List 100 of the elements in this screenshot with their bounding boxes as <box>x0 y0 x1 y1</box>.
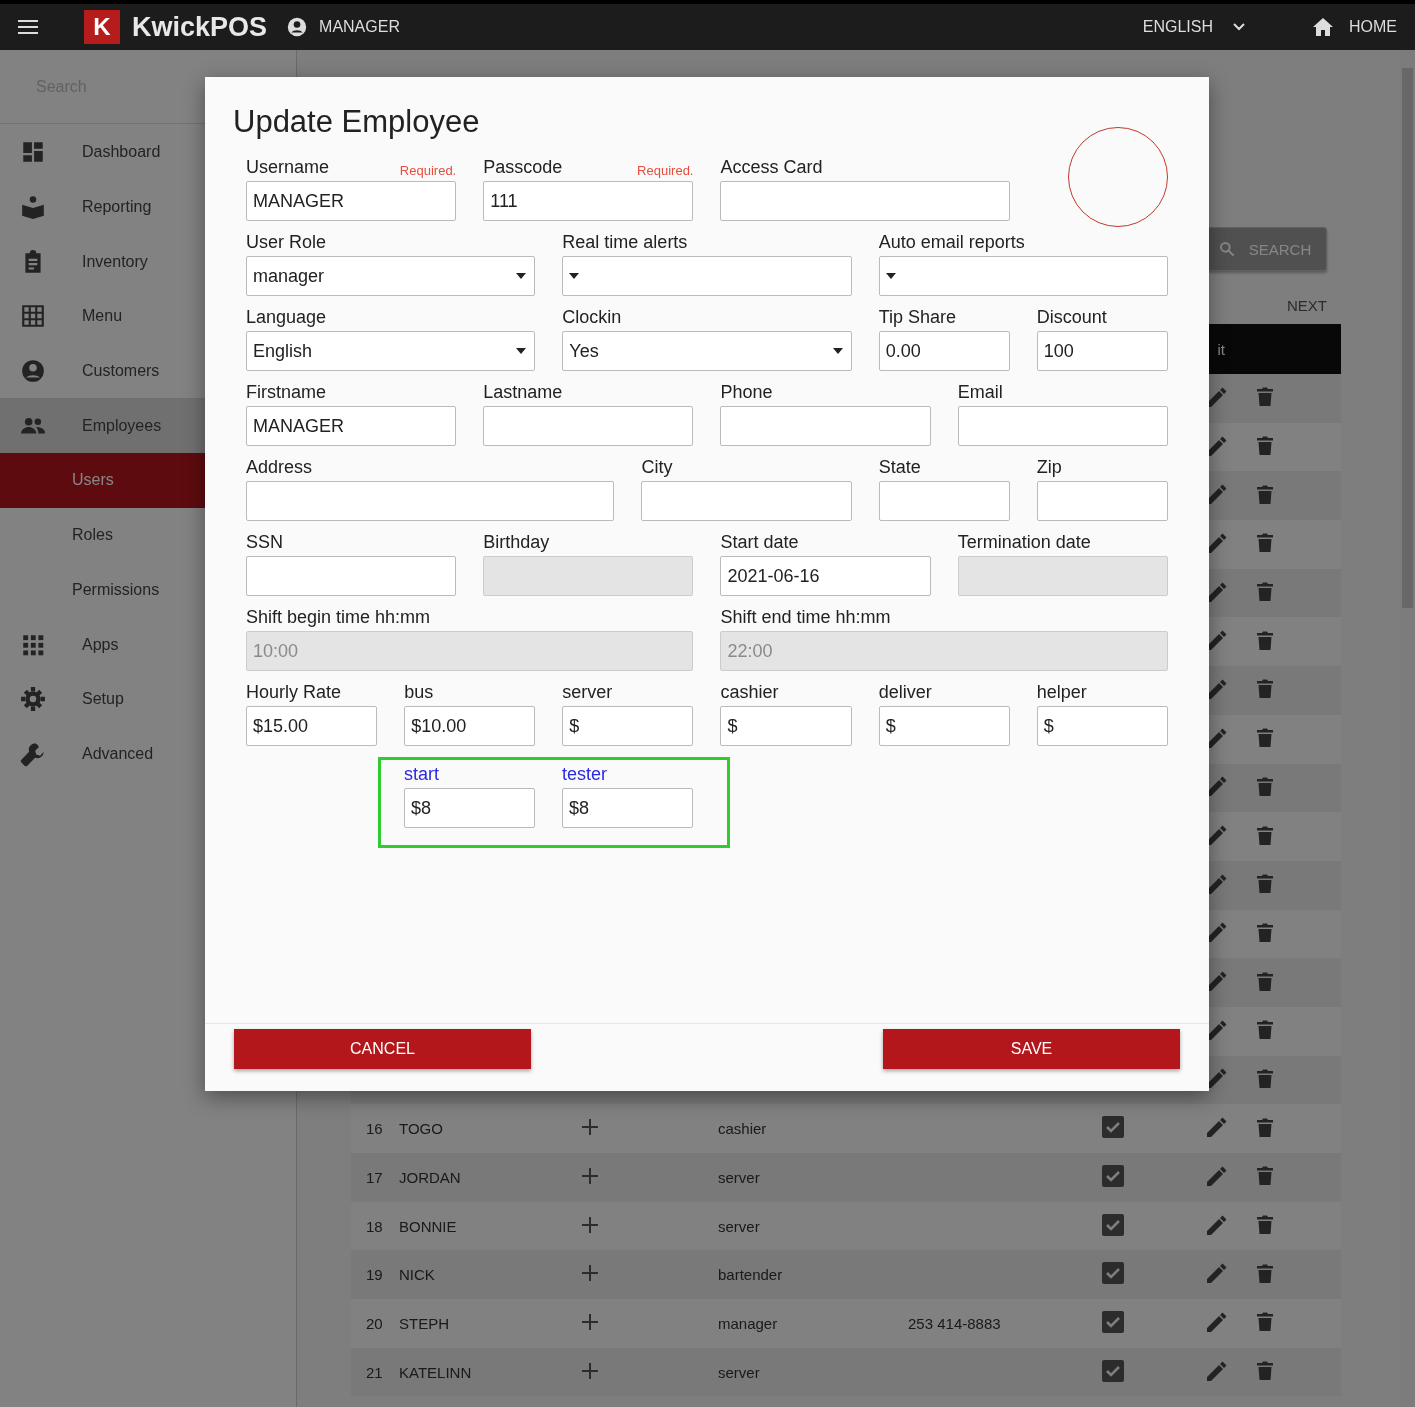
dropdown[interactable]: Yes <box>562 331 852 371</box>
field-label: Hourly Rate <box>246 682 342 703</box>
pencil-icon[interactable] <box>1207 776 1227 797</box>
pencil-icon[interactable] <box>1207 630 1227 651</box>
trash-icon[interactable] <box>1257 1117 1273 1137</box>
input-field[interactable]: $ <box>878 706 1010 746</box>
input-field[interactable] <box>246 556 457 596</box>
dropdown[interactable]: English <box>246 331 536 371</box>
plus-icon[interactable] <box>581 1118 599 1137</box>
trash-icon[interactable] <box>1257 533 1273 553</box>
input-field[interactable]: 111 <box>483 181 694 221</box>
trash-icon[interactable] <box>1257 825 1273 845</box>
home-link[interactable]: HOME <box>1349 18 1397 36</box>
field-label: Real time alerts <box>562 232 688 253</box>
checkbox[interactable] <box>1102 1310 1124 1333</box>
pencil-icon[interactable] <box>1207 581 1227 602</box>
caret-icon <box>516 273 527 279</box>
input-field[interactable]: $ <box>720 706 852 746</box>
trash-icon[interactable] <box>1257 436 1273 456</box>
pencil-icon[interactable] <box>1207 678 1227 699</box>
field-label: Access Card <box>720 157 823 178</box>
pencil-icon[interactable] <box>1207 1019 1227 1040</box>
field-label: Zip <box>1036 457 1062 478</box>
trash-icon[interactable] <box>1257 582 1273 602</box>
save-button[interactable]: SAVE <box>883 1029 1180 1069</box>
input-field[interactable]: 2021-06-16 <box>720 556 931 596</box>
input-field[interactable] <box>246 481 615 521</box>
checkbox[interactable] <box>1102 1213 1124 1236</box>
trash-icon[interactable] <box>1257 630 1273 650</box>
trash-icon[interactable] <box>1257 679 1273 699</box>
checkbox[interactable] <box>1102 1164 1124 1187</box>
input-field[interactable] <box>1036 481 1168 521</box>
plus-icon[interactable] <box>581 1166 599 1185</box>
trash-icon[interactable] <box>1257 1361 1273 1381</box>
trash-icon[interactable] <box>1257 874 1273 894</box>
input-field[interactable]: MANAGER <box>246 181 457 221</box>
input-field[interactable] <box>483 406 694 446</box>
trash-icon[interactable] <box>1257 776 1273 796</box>
trash-icon[interactable] <box>1257 484 1273 504</box>
pencil-icon[interactable] <box>1207 825 1227 846</box>
home-icon[interactable] <box>1313 18 1333 36</box>
input-field[interactable] <box>641 481 852 521</box>
pencil-icon[interactable] <box>1207 1068 1227 1089</box>
plus-icon[interactable] <box>581 1264 599 1283</box>
trash-icon[interactable] <box>1257 971 1273 991</box>
field-label: start <box>404 764 439 785</box>
trash-icon[interactable] <box>1257 1166 1273 1186</box>
field-label: Termination date <box>957 532 1091 553</box>
trash-icon[interactable] <box>1257 1020 1273 1040</box>
trash-icon[interactable] <box>1257 922 1273 942</box>
trash-icon[interactable] <box>1257 1263 1273 1283</box>
chevron-icon[interactable] <box>1233 23 1245 31</box>
pencil-icon[interactable] <box>1207 484 1227 505</box>
menu-icon[interactable] <box>18 20 38 34</box>
plus-icon[interactable] <box>581 1215 599 1234</box>
trash-icon[interactable] <box>1257 1312 1273 1332</box>
plus-icon[interactable] <box>581 1312 599 1331</box>
input-field[interactable]: 100 <box>1036 331 1168 371</box>
trash-icon[interactable] <box>1257 1068 1273 1088</box>
input-field[interactable]: $8 <box>404 788 535 828</box>
input-field[interactable] <box>720 181 1010 221</box>
table-cell-text: JORDAN <box>399 1168 462 1186</box>
input-field[interactable] <box>720 406 931 446</box>
table-cell-text: BONNIE <box>399 1217 458 1235</box>
input-field[interactable]: $ <box>562 706 694 746</box>
trash-icon[interactable] <box>1257 1215 1273 1235</box>
trash-icon[interactable] <box>1257 387 1273 407</box>
pencil-icon[interactable] <box>1207 435 1227 456</box>
brand-name: KwickPOS <box>132 11 268 43</box>
trash-icon[interactable] <box>1257 728 1273 748</box>
pencil-icon[interactable] <box>1207 532 1227 553</box>
user-icon[interactable] <box>287 17 308 37</box>
wrench-icon <box>20 740 46 767</box>
pencil-icon[interactable] <box>1207 971 1227 992</box>
input-field[interactable]: $15.00 <box>246 706 378 746</box>
required-note: Required. <box>399 163 457 178</box>
pencil-icon[interactable] <box>1207 727 1227 748</box>
pencil-icon[interactable] <box>1207 922 1227 943</box>
checkbox[interactable] <box>1102 1359 1124 1382</box>
language-selector[interactable]: ENGLISH <box>1142 18 1213 36</box>
table-cell-text: 21 <box>365 1363 384 1381</box>
input-field[interactable] <box>957 406 1168 446</box>
field-label: bus <box>404 682 434 703</box>
checkbox[interactable] <box>1102 1116 1124 1139</box>
table-cell-text: 19 <box>365 1266 384 1284</box>
field-label: server <box>562 682 613 703</box>
pencil-icon[interactable] <box>1207 386 1227 407</box>
table-cell-text: NICK <box>399 1266 436 1284</box>
input-field[interactable]: MANAGER <box>246 406 457 446</box>
dropdown[interactable]: manager <box>246 256 536 296</box>
input-field[interactable]: $8 <box>562 788 693 828</box>
cancel-button[interactable]: CANCEL <box>234 1029 531 1069</box>
table-cell-text: cashier <box>718 1120 768 1138</box>
plus-icon[interactable] <box>581 1361 599 1380</box>
input-field[interactable]: $10.00 <box>404 706 536 746</box>
input-field[interactable]: 0.00 <box>878 331 1010 371</box>
input-field[interactable] <box>878 481 1010 521</box>
pencil-icon[interactable] <box>1207 873 1227 894</box>
checkbox[interactable] <box>1102 1262 1124 1285</box>
input-field[interactable]: $ <box>1036 706 1168 746</box>
